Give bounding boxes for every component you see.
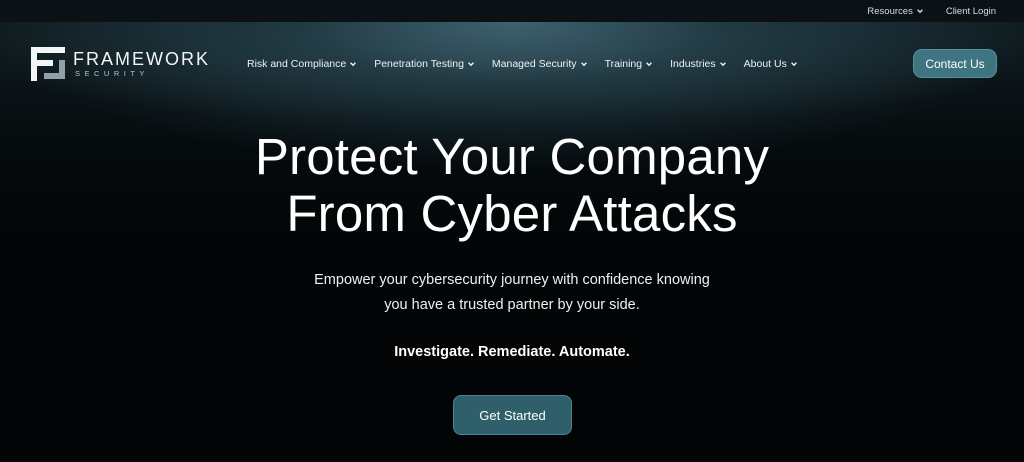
chevron-down-icon	[916, 9, 923, 14]
nav-item-industries[interactable]: Industries	[670, 58, 727, 70]
hero-subtext: Empower your cybersecurity journey with …	[0, 268, 1024, 318]
framework-logo-icon	[31, 47, 65, 81]
nav-item-label: Penetration Testing	[374, 58, 464, 70]
nav-item-label: Risk and Compliance	[247, 58, 347, 70]
subtext-line-1: Empower your cybersecurity journey with …	[314, 272, 710, 288]
nav-item-managed-security[interactable]: Managed Security	[492, 58, 588, 70]
brand-sub: SECURITY	[75, 69, 149, 79]
client-login-label: Client Login	[945, 5, 996, 17]
utility-bar: Resources Client Login	[0, 0, 1024, 22]
contact-us-button[interactable]: Contact Us	[913, 49, 997, 78]
chevron-down-icon	[468, 62, 474, 67]
chevron-down-icon	[350, 62, 357, 67]
brand-name: FRAMEWORK	[73, 49, 210, 70]
nav-item-label: Managed Security	[491, 58, 577, 70]
client-login-link[interactable]: Client Login	[946, 6, 996, 17]
nav-item-risk-and-compliance[interactable]: Risk and Compliance	[247, 58, 357, 70]
chevron-down-icon	[719, 62, 726, 67]
brand-logo[interactable]: FRAMEWORK SECURITY	[31, 47, 231, 81]
nav-item-penetration-testing[interactable]: Penetration Testing	[374, 58, 475, 70]
nav-item-about-us[interactable]: About Us	[744, 58, 798, 70]
nav-menu: Risk and Compliance Penetration Testing …	[247, 56, 798, 72]
nav-item-training[interactable]: Training	[605, 58, 654, 70]
resources-label: Resources	[867, 5, 913, 17]
headline-line-1: Protect Your Company	[254, 128, 770, 185]
nav-item-label: Industries	[670, 58, 716, 70]
hero-tagline: Investigate. Remediate. Automate.	[394, 344, 630, 360]
nav-item-label: About Us	[743, 58, 787, 70]
headline-line-2: From Cyber Attacks	[286, 185, 738, 242]
resources-link[interactable]: Resources	[867, 6, 923, 17]
chevron-down-icon	[580, 62, 587, 67]
chevron-down-icon	[646, 62, 653, 67]
nav-item-label: Training	[604, 58, 643, 70]
main-nav: FRAMEWORK SECURITY Risk and Compliance P…	[0, 22, 1024, 104]
chevron-down-icon	[790, 62, 797, 67]
brand-text: FRAMEWORK SECURITY	[73, 50, 210, 78]
subtext-line-2: you have a trusted partner by your side.	[384, 297, 640, 313]
hero-headline: Protect Your Company From Cyber Attacks	[0, 128, 1024, 242]
get-started-button[interactable]: Get Started	[453, 395, 572, 435]
